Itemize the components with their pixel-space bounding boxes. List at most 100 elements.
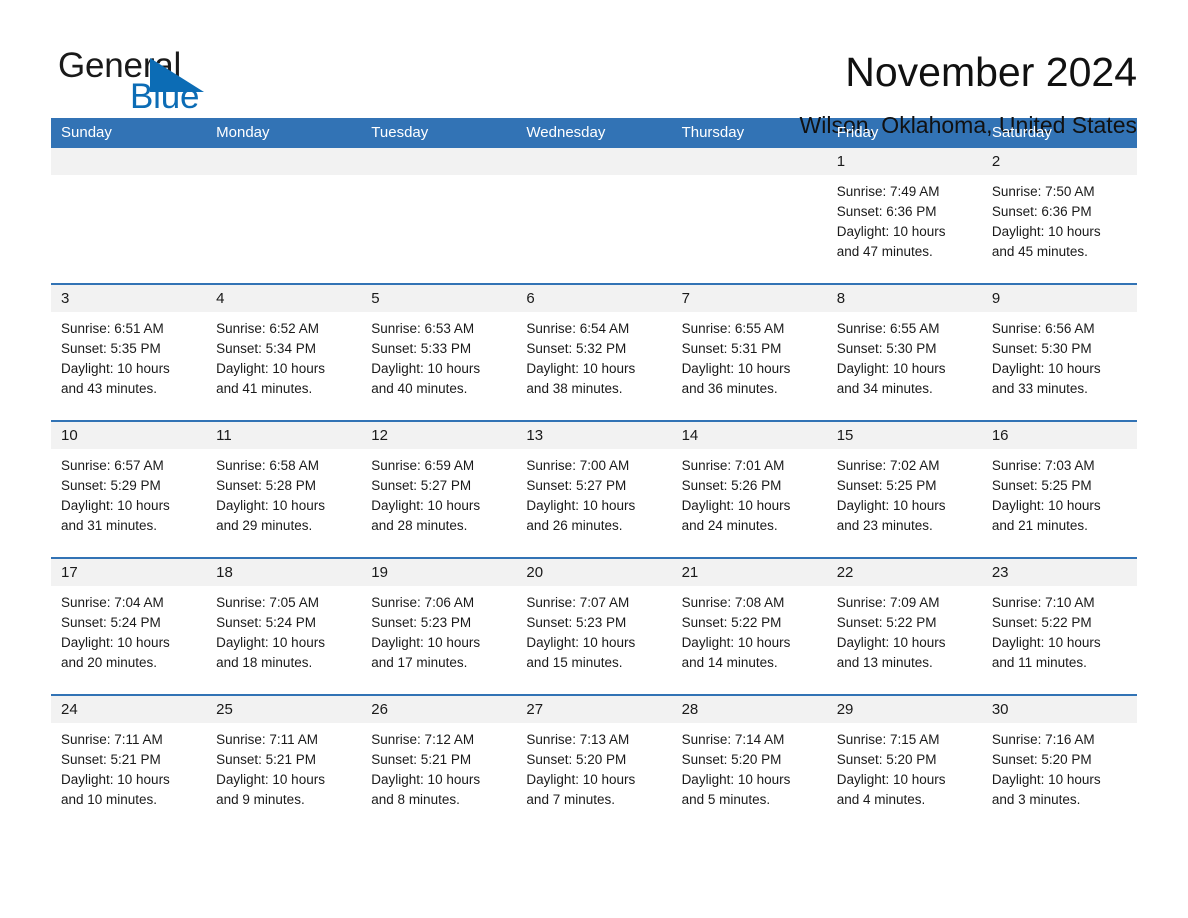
day-daylight-line2-text: and 28 minutes.: [371, 518, 468, 533]
calendar-day-cell[interactable]: 4 Sunrise: 6:52 AM Sunset: 5:34 PM Daylight…: [206, 285, 362, 420]
calendar-weeks: 1 Sunrise: 7:49 AM Sunset: 6:36 PM Daylight…: [51, 148, 1137, 831]
calendar-day-cell[interactable]: 26 Sunrise: 7:12 AM Sunset: 5:21 PM Dayligh…: [361, 696, 517, 831]
calendar-day-cell[interactable]: 5 Sunrise: 6:53 AM Sunset: 5:33 PM Daylight…: [361, 285, 517, 420]
day-sunrise-text: Sunrise: 7:50 AM: [991, 184, 1095, 199]
brand-logo[interactable]: General Blue: [51, 46, 311, 124]
day-sunrise-text: Sunrise: 7:14 AM: [681, 732, 785, 747]
day-daylight-line1-text: Daylight: 10 hours: [61, 361, 170, 376]
day-sunrise-text: Sunrise: 7:49 AM: [836, 184, 940, 199]
day-daylight-line1-text: Daylight: 10 hours: [216, 361, 325, 376]
day-sunset-text: Sunset: 5:20 PM: [991, 752, 1092, 767]
day-number: 4: [206, 285, 362, 312]
day-sunset-text: Sunset: 5:22 PM: [991, 615, 1092, 630]
calendar-day-cell[interactable]: 23 Sunrise: 7:10 AM Sunset: 5:22 PM Dayligh…: [981, 559, 1137, 694]
day-details: Sunrise: 6:57 AM Sunset: 5:29 PM Daylight:…: [51, 449, 206, 536]
calendar-page: General Blue November 2024 Wilson, Oklah…: [0, 0, 1188, 918]
weekday-header-thursday: Thursday: [681, 124, 745, 141]
calendar-day-cell[interactable]: 19 Sunrise: 7:06 AM Sunset: 5:23 PM Dayligh…: [361, 559, 517, 694]
calendar-day-cell[interactable]: 9 Sunrise: 6:56 AM Sunset: 5:30 PM Daylight…: [981, 285, 1137, 420]
day-sunset-text: Sunset: 5:21 PM: [61, 752, 161, 767]
day-details: Sunrise: 6:55 AM Sunset: 5:31 PM Daylight:…: [672, 312, 827, 399]
day-sunset-text: Sunset: 6:36 PM: [836, 204, 937, 219]
day-details: Sunrise: 6:52 AM Sunset: 5:34 PM Daylight:…: [206, 312, 361, 399]
day-number: 26: [361, 696, 517, 723]
day-number: 2: [981, 148, 1137, 175]
day-details: Sunrise: 6:56 AM Sunset: 5:30 PM Daylight:…: [982, 312, 1137, 399]
day-sunrise-text: Sunrise: 7:10 AM: [991, 595, 1095, 610]
calendar-day-cell[interactable]: 12 Sunrise: 6:59 AM Sunset: 5:27 PM Dayligh…: [361, 422, 517, 557]
day-sunset-text: Sunset: 5:21 PM: [371, 752, 472, 767]
day-sunrise-text: Sunrise: 7:16 AM: [991, 732, 1095, 747]
day-daylight-line1-text: Daylight: 10 hours: [371, 772, 481, 787]
calendar-day-cell[interactable]: 21 Sunrise: 7:08 AM Sunset: 5:22 PM Dayligh…: [671, 559, 827, 694]
day-sunset-text: Sunset: 5:22 PM: [836, 615, 937, 630]
day-number: 25: [206, 696, 362, 723]
calendar-day-cell[interactable]: 10 Sunrise: 6:57 AM Sunset: 5:29 PM Dayligh…: [51, 422, 207, 557]
calendar-day-cell[interactable]: 29 Sunrise: 7:15 AM Sunset: 5:20 PM Dayligh…: [826, 696, 982, 831]
calendar-day-cell[interactable]: 22 Sunrise: 7:09 AM Sunset: 5:22 PM Dayligh…: [826, 559, 982, 694]
calendar-day-cell-empty: [51, 148, 207, 283]
calendar-day-cell-empty: [516, 148, 672, 283]
day-daylight-line2-text: and 34 minutes.: [836, 381, 933, 396]
calendar-day-cell[interactable]: 27 Sunrise: 7:13 AM Sunset: 5:20 PM Dayligh…: [516, 696, 672, 831]
day-sunset-text: Sunset: 5:35 PM: [61, 341, 161, 356]
calendar-day-cell[interactable]: 1 Sunrise: 7:49 AM Sunset: 6:36 PM Daylight…: [826, 148, 982, 283]
day-sunrise-text: Sunrise: 6:59 AM: [371, 458, 475, 473]
calendar-day-cell[interactable]: 16 Sunrise: 7:03 AM Sunset: 5:25 PM Dayligh…: [981, 422, 1137, 557]
day-daylight-line1-text: Daylight: 10 hours: [216, 635, 325, 650]
day-details: Sunrise: 7:00 AM Sunset: 5:27 PM Daylight:…: [516, 449, 671, 536]
calendar-day-cell[interactable]: 25 Sunrise: 7:11 AM Sunset: 5:21 PM Dayligh…: [206, 696, 362, 831]
day-sunrise-text: Sunrise: 7:12 AM: [371, 732, 475, 747]
calendar-day-cell[interactable]: 18 Sunrise: 7:05 AM Sunset: 5:24 PM Dayligh…: [206, 559, 362, 694]
day-sunrise-text: Sunrise: 6:51 AM: [61, 321, 164, 336]
calendar-day-cell[interactable]: 17 Sunrise: 7:04 AM Sunset: 5:24 PM Dayligh…: [51, 559, 207, 694]
day-details: Sunrise: 7:16 AM Sunset: 5:20 PM Daylight:…: [982, 723, 1137, 810]
day-details: Sunrise: 7:49 AM Sunset: 6:36 PM Daylight:…: [827, 175, 982, 262]
day-sunset-text: Sunset: 5:27 PM: [526, 478, 627, 493]
day-sunrise-text: Sunrise: 6:54 AM: [526, 321, 630, 336]
day-details: Sunrise: 7:10 AM Sunset: 5:22 PM Daylight:…: [982, 586, 1137, 673]
day-number: 19: [361, 559, 517, 586]
day-number: 11: [206, 422, 362, 449]
calendar-day-cell[interactable]: 24 Sunrise: 7:11 AM Sunset: 5:21 PM Dayligh…: [51, 696, 207, 831]
day-sunrise-text: Sunrise: 7:15 AM: [836, 732, 940, 747]
calendar-day-cell[interactable]: 28 Sunrise: 7:14 AM Sunset: 5:20 PM Dayligh…: [671, 696, 827, 831]
calendar-day-cell-empty: [206, 148, 362, 283]
calendar-day-cell[interactable]: 8 Sunrise: 6:55 AM Sunset: 5:30 PM Daylight…: [826, 285, 982, 420]
calendar-day-cell[interactable]: 15 Sunrise: 7:02 AM Sunset: 5:25 PM Dayligh…: [826, 422, 982, 557]
day-number: 6: [516, 285, 672, 312]
calendar-day-cell[interactable]: 6 Sunrise: 6:54 AM Sunset: 5:32 PM Daylight…: [516, 285, 672, 420]
day-daylight-line2-text: and 40 minutes.: [371, 381, 468, 396]
calendar-day-cell[interactable]: 30 Sunrise: 7:16 AM Sunset: 5:20 PM Dayligh…: [981, 696, 1137, 831]
calendar-table: Sunday Monday Tuesday Wednesday Thursday…: [51, 118, 1137, 831]
day-daylight-line2-text: and 3 minutes.: [991, 792, 1081, 807]
calendar-day-cell[interactable]: 14 Sunrise: 7:01 AM Sunset: 5:26 PM Dayligh…: [671, 422, 827, 557]
calendar-day-cell[interactable]: 13 Sunrise: 7:00 AM Sunset: 5:27 PM Dayligh…: [516, 422, 672, 557]
day-number: 7: [671, 285, 827, 312]
day-number: 29: [826, 696, 982, 723]
day-sunset-text: Sunset: 5:28 PM: [216, 478, 316, 493]
day-number: 22: [826, 559, 982, 586]
day-daylight-line2-text: and 47 minutes.: [836, 244, 933, 259]
calendar-week-row: 3 Sunrise: 6:51 AM Sunset: 5:35 PM Daylight…: [51, 283, 1137, 420]
day-details: Sunrise: 7:09 AM Sunset: 5:22 PM Daylight:…: [827, 586, 982, 673]
day-daylight-line2-text: and 36 minutes.: [681, 381, 778, 396]
calendar-day-cell[interactable]: 7 Sunrise: 6:55 AM Sunset: 5:31 PM Daylight…: [671, 285, 827, 420]
calendar-day-cell[interactable]: 3 Sunrise: 6:51 AM Sunset: 5:35 PM Daylight…: [51, 285, 207, 420]
day-number: 27: [516, 696, 672, 723]
day-sunrise-text: Sunrise: 7:04 AM: [61, 595, 164, 610]
day-daylight-line2-text: and 10 minutes.: [61, 792, 158, 807]
day-sunset-text: Sunset: 5:22 PM: [681, 615, 782, 630]
calendar-day-cell[interactable]: 20 Sunrise: 7:07 AM Sunset: 5:23 PM Dayligh…: [516, 559, 672, 694]
day-daylight-line1-text: Daylight: 10 hours: [836, 772, 946, 787]
day-sunset-text: Sunset: 5:26 PM: [681, 478, 782, 493]
day-daylight-line1-text: Daylight: 10 hours: [216, 498, 325, 513]
day-daylight-line2-text: and 23 minutes.: [836, 518, 933, 533]
day-daylight-line2-text: and 5 minutes.: [681, 792, 771, 807]
day-sunrise-text: Sunrise: 7:06 AM: [371, 595, 475, 610]
calendar-day-cell[interactable]: 2 Sunrise: 7:50 AM Sunset: 6:36 PM Daylight…: [981, 148, 1137, 283]
day-sunset-text: Sunset: 5:20 PM: [836, 752, 937, 767]
calendar-day-cell[interactable]: 11 Sunrise: 6:58 AM Sunset: 5:28 PM Dayligh…: [206, 422, 362, 557]
day-daylight-line1-text: Daylight: 10 hours: [371, 361, 481, 376]
day-sunset-text: Sunset: 5:21 PM: [216, 752, 316, 767]
